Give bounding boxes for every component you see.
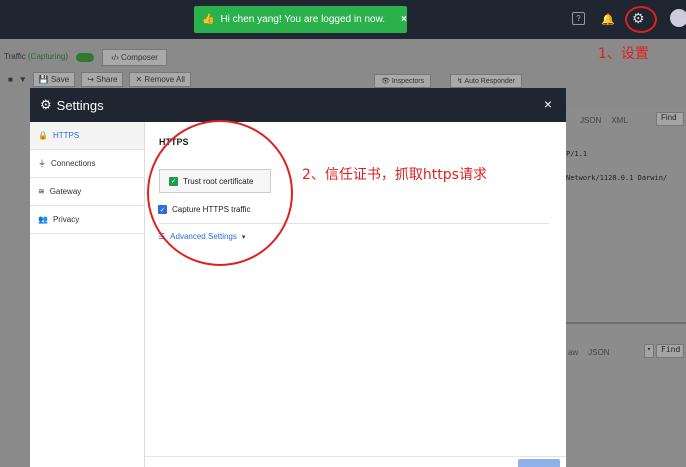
bell-icon[interactable]: 🔔 bbox=[600, 11, 616, 27]
response-line: Network/1128.0.1 Darwin/ bbox=[566, 174, 668, 182]
sidebar-item-gateway[interactable]: ≋ Gateway bbox=[30, 178, 144, 206]
footer-action-button[interactable] bbox=[518, 459, 560, 467]
response-line: P/1.1 bbox=[566, 150, 588, 158]
annotation-note-1: 1、设置 bbox=[598, 46, 649, 62]
tab-json[interactable]: JSON bbox=[580, 116, 601, 125]
remove-all-button[interactable]: ✕ Remove All bbox=[129, 71, 191, 87]
login-toast: 👍 Hi chen yang! You are logged in now. × bbox=[194, 6, 407, 33]
annotation-circle-https bbox=[147, 120, 293, 266]
filter-icon[interactable]: ▼ bbox=[19, 75, 27, 84]
plug-icon: ⏚ bbox=[38, 159, 46, 168]
toast-message: Hi chen yang! You are logged in now. bbox=[220, 14, 386, 25]
annotation-circle-settings bbox=[625, 6, 657, 33]
modal-title: Settings bbox=[56, 97, 104, 113]
tab-xml[interactable]: XML bbox=[611, 116, 627, 125]
chevron-down-icon[interactable]: ▾ bbox=[644, 344, 654, 358]
annotation-note-2: 2、信任证书，抓取https请求 bbox=[302, 167, 487, 183]
top-header: 👍 Hi chen yang! You are logged in now. ×… bbox=[0, 0, 686, 39]
tab-json-bottom[interactable]: JSON bbox=[588, 348, 609, 357]
thumbs-up-icon: 👍 bbox=[202, 14, 215, 25]
help-icon[interactable]: ? bbox=[572, 12, 585, 25]
auto-responder-tab[interactable]: ↯ Auto Responder bbox=[450, 74, 523, 88]
lock-icon: 🔒 bbox=[38, 131, 48, 140]
close-button[interactable]: × bbox=[544, 96, 552, 112]
users-icon: 👥 bbox=[38, 215, 48, 224]
footer-divider bbox=[145, 456, 566, 457]
stop-icon[interactable]: ■ bbox=[8, 75, 13, 84]
tab-raw[interactable]: aw bbox=[568, 348, 578, 357]
find-input-bottom[interactable]: Find bbox=[656, 344, 684, 358]
settings-sidebar: 🔒 HTTPS ⏚ Connections ≋ Gateway 👥 Privac… bbox=[30, 122, 145, 467]
wifi-icon: ≋ bbox=[38, 187, 45, 196]
traffic-tab-row: Traffic (Capturing) ‹/› Composer bbox=[0, 47, 167, 67]
gear-icon: ⚙ bbox=[40, 97, 52, 112]
find-input[interactable]: Find bbox=[656, 112, 684, 126]
save-button[interactable]: 💾 Save bbox=[32, 71, 76, 87]
panel-divider[interactable] bbox=[560, 322, 686, 324]
traffic-toolbar: ■ ▼ 💾 Save ↪ Share ✕ Remove All bbox=[0, 70, 191, 88]
traffic-tab[interactable]: Traffic (Capturing) bbox=[4, 52, 95, 62]
share-button[interactable]: ↪ Share bbox=[81, 71, 124, 87]
sidebar-item-https[interactable]: 🔒 HTTPS bbox=[30, 122, 144, 150]
settings-modal: ⚙ Settings × 🔒 HTTPS ⏚ Connections ≋ Gat… bbox=[30, 88, 566, 467]
sidebar-item-privacy[interactable]: 👥 Privacy bbox=[30, 206, 144, 234]
toast-close-button[interactable]: × bbox=[401, 14, 407, 25]
inspectors-tab[interactable]: 👁 Inspectors bbox=[374, 74, 432, 88]
inspector-tabs: JSON XML bbox=[580, 116, 628, 125]
capture-toggle[interactable] bbox=[76, 52, 95, 62]
inspector-panel: JSON XML Find P/1.1 Network/1128.0.1 Dar… bbox=[560, 108, 686, 467]
composer-tab[interactable]: ‹/› Composer bbox=[102, 48, 167, 66]
modal-header: ⚙ Settings × bbox=[30, 88, 566, 122]
sidebar-item-connections[interactable]: ⏚ Connections bbox=[30, 150, 144, 178]
avatar-icon[interactable] bbox=[670, 9, 686, 27]
response-tabs: aw JSON bbox=[568, 348, 610, 357]
